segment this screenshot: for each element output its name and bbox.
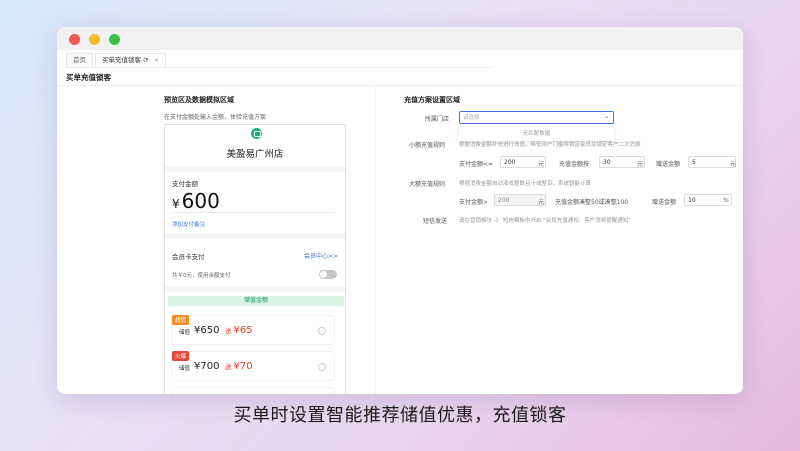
large-recharge-rule-label: 大额充值规则 — [409, 181, 446, 188]
tab-home[interactable]: 首页 — [66, 53, 93, 67]
tab-recharge-lock[interactable]: 买单充值锁客 ⟳ × — [95, 53, 167, 67]
offer-badge: 火爆 — [172, 351, 190, 361]
offer-gift-prefix: 送 — [225, 363, 232, 371]
store-name: 美盈易广州店 — [226, 149, 284, 160]
small-multiple-unit: 元 — [637, 161, 644, 168]
caption: 买单时设置智能推荐储值优惠，充值锁客 — [233, 405, 567, 426]
store-select-label: 所属门店 — [425, 116, 450, 123]
offer-gift: 送 ¥70 — [225, 361, 253, 372]
pay-amount-underline — [172, 212, 335, 213]
title-bar — [57, 27, 743, 50]
add-payment-note-link[interactable]: 添加支付备注 — [172, 220, 205, 228]
pay-amount-input[interactable]: ¥600 — [172, 189, 220, 213]
small-gift-label: 赠送金额 — [656, 161, 681, 168]
currency-symbol: ¥ — [172, 197, 180, 211]
sms-desc: 请在营销模块 -》 短信模板中开启 "会员充值通知、客户消费提醒通知" — [459, 218, 631, 224]
stored-value-offer[interactable] — [171, 387, 335, 394]
tab-bar: 首页 买单充值锁客 ⟳ × — [66, 53, 168, 67]
large-pay-amount-label: 支付金额> — [459, 199, 489, 206]
stored-value-offer[interactable]: 超值 储值 ¥650 送 ¥65 — [171, 315, 335, 345]
small-gift-unit: 元 — [730, 161, 737, 168]
offer-amount: ¥700 — [194, 361, 220, 372]
tab-divider — [66, 67, 493, 68]
store-dropdown-empty: 无匹配数据 — [459, 127, 614, 141]
offer-gift-amount: ¥70 — [233, 361, 253, 372]
page-title: 买单充值锁客 — [66, 73, 111, 82]
close-window-button[interactable] — [69, 34, 80, 45]
pay-amount-label: 支付金额 — [172, 180, 198, 188]
sms-label: 短信发送 — [423, 218, 448, 225]
small-pay-unit: 元 — [538, 161, 545, 168]
tab-home-label: 首页 — [73, 56, 86, 64]
offer-stored-label: 储值 — [179, 366, 191, 372]
tab-recharge-lock-label: 买单充值锁客 — [102, 56, 141, 64]
large-recharge-rule-desc: 根据消费金额自动凑成整数且十或整百，系统智能计算 — [459, 181, 592, 187]
minimize-window-button[interactable] — [89, 34, 100, 45]
maximize-window-button[interactable] — [109, 34, 120, 45]
close-icon[interactable]: × — [154, 56, 159, 64]
small-recharge-rule-desc: 根据消费金额补充进行充值，降低用户门槛将锁定会员及锁定客户二次消费 — [459, 142, 641, 148]
store-select-placeholder: 请选择 — [463, 115, 480, 121]
offer-amount: ¥650 — [194, 325, 220, 336]
small-multiple-label: 充值金额按 — [559, 161, 590, 168]
member-center-link[interactable]: 会员中心>> — [304, 251, 338, 260]
phone-preview: 美盈易广州店 支付金额 ¥600 添加支付备注 会员卡支付 会员中心>> 共￥0… — [164, 124, 346, 394]
small-gift-input[interactable]: 5 — [688, 156, 736, 168]
large-gift-label: 赠送金额 — [652, 199, 677, 206]
use-balance-toggle[interactable] — [319, 270, 337, 279]
header-divider — [57, 85, 743, 86]
offer-radio[interactable] — [318, 363, 326, 371]
stored-value-offer[interactable]: 火爆 储值 ¥700 送 ¥70 — [171, 351, 335, 381]
large-gift-unit: % — [723, 197, 729, 204]
settings-section-title: 充值方案设置区域 — [404, 96, 460, 104]
section-gap — [165, 233, 345, 239]
offer-gift: 送 ¥65 — [225, 325, 253, 336]
offer-badge: 超值 — [172, 315, 190, 325]
member-card-pay-label: 会员卡支付 — [172, 253, 205, 261]
balance-text: 共￥0元，使用余额支付 — [172, 273, 231, 279]
stored-value-header: 储值金额 — [168, 296, 344, 306]
large-pay-unit: 元 — [538, 199, 545, 206]
small-pay-amount-label: 支付金额<= — [459, 161, 494, 168]
pay-amount-value: 600 — [181, 189, 220, 213]
store-icon — [251, 128, 262, 139]
offer-gift-amount: ¥65 — [233, 325, 253, 336]
offer-radio[interactable] — [318, 327, 326, 335]
offer-gift-prefix: 送 — [225, 327, 232, 335]
store-select[interactable]: 请选择 ⌄ — [459, 111, 614, 124]
small-recharge-rule-label: 小额充值规则 — [409, 142, 446, 149]
app-window: 首页 买单充值锁客 ⟳ × 买单充值锁客 预览区及数据模拟区域 在支付金额处输入… — [57, 27, 743, 394]
offer-stored-label: 储值 — [179, 330, 191, 336]
preview-section-title: 预览区及数据模拟区域 — [164, 96, 234, 104]
preview-hint: 在支付金额处输入金额，体验充值方案 — [164, 114, 267, 121]
section-gap — [165, 166, 345, 172]
chevron-down-icon: ⌄ — [603, 113, 609, 120]
refresh-icon[interactable]: ⟳ — [143, 56, 148, 64]
large-round-label: 充值金额凑整50或凑整100 — [555, 199, 629, 206]
panel-divider — [375, 87, 376, 394]
section-gap — [165, 286, 345, 292]
